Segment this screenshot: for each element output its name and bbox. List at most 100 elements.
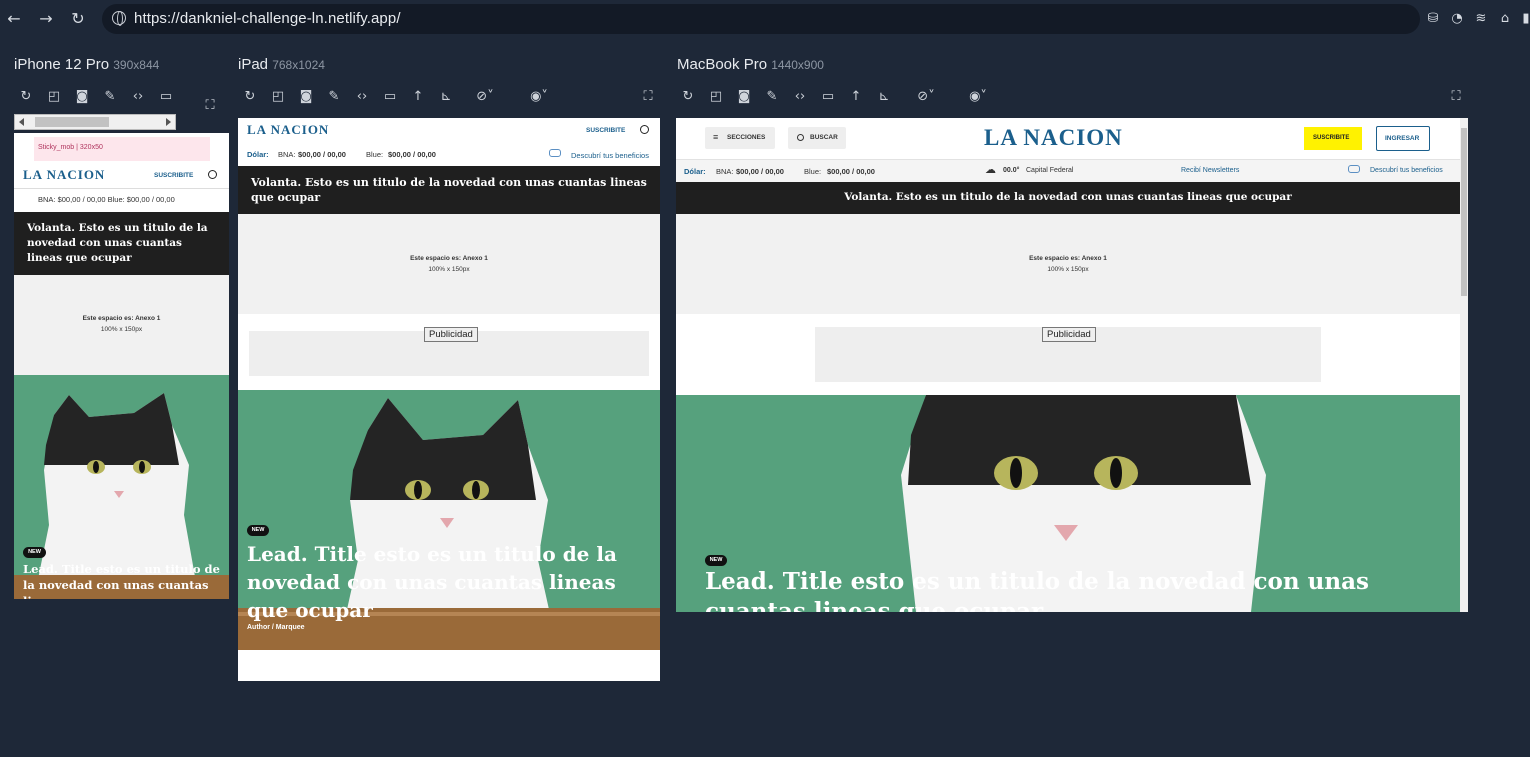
search-icon[interactable] <box>208 170 217 179</box>
lead-image[interactable]: NEW Lead. Title esto es un titulo de la … <box>676 395 1460 612</box>
cloud-icon: ☁ <box>985 164 996 176</box>
hide-icon[interactable]: ⊘˅ <box>910 89 942 105</box>
horizontal-scrollbar[interactable] <box>14 114 176 130</box>
cookie-icon[interactable]: ◔ <box>1449 11 1465 27</box>
vertical-scrollbar[interactable] <box>1460 118 1468 612</box>
lead-image[interactable]: NEW Lead. Title esto es un titulo de la … <box>238 390 660 650</box>
database-icon[interactable]: ⛁ <box>1425 11 1441 27</box>
scroll-top-icon[interactable]: ↑ <box>410 89 426 105</box>
subscribe-link[interactable]: SUSCRIBITE <box>154 172 193 179</box>
inspect-icon[interactable]: ✎ <box>326 89 342 105</box>
anexo-size: 100% x 150px <box>428 266 470 273</box>
scroll-right-arrow-icon[interactable] <box>166 118 171 126</box>
ruler-icon[interactable]: ⊾ <box>876 89 892 105</box>
anexo-size: 100% x 150px <box>100 326 143 333</box>
screenshot-full-icon[interactable]: ◰ <box>708 89 724 105</box>
code-icon[interactable]: ‹› <box>792 89 808 105</box>
anexo-title: Este espacio es: Anexo 1 <box>410 255 488 262</box>
device-dims: 390x844 <box>113 58 160 72</box>
sticky-ad-label: Sticky_mob | 320x50 <box>38 144 103 151</box>
weather-temp: 00.0° <box>1003 167 1020 174</box>
publicidad-label: Publicidad <box>1042 327 1096 342</box>
scroll-top-icon[interactable]: ↑ <box>848 89 864 105</box>
ingresar-label: INGRESAR <box>1385 135 1420 142</box>
subscribe-button[interactable]: SUSCRIBITE <box>1304 127 1362 150</box>
inspect-icon[interactable]: ✎ <box>764 89 780 105</box>
volanta-text[interactable]: Volanta. Esto es un titulo de la novedad… <box>27 221 217 266</box>
new-badge: NEW <box>247 525 269 536</box>
reload-icon[interactable]: ↻ <box>69 10 87 28</box>
anexo-space: Este espacio es: Anexo 1 100% x 150px <box>238 214 660 314</box>
site-logo[interactable]: LA NACION <box>247 122 329 138</box>
scroll-left-arrow-icon[interactable] <box>19 118 24 126</box>
color-picker-icon[interactable]: ◉˅ <box>962 89 994 105</box>
lead-title[interactable]: Lead. Title esto es un titulo de la nove… <box>23 561 223 599</box>
rotate-icon[interactable]: ↻ <box>18 89 34 105</box>
forward-icon[interactable]: → <box>37 10 55 28</box>
secciones-button[interactable]: ≡ SECCIONES <box>705 127 775 149</box>
screenshot-full-icon[interactable]: ◰ <box>270 89 286 105</box>
hide-icon[interactable]: ⊘˅ <box>472 89 498 105</box>
rotate-icon[interactable]: ↻ <box>242 89 258 105</box>
camera-icon[interactable]: ◙ <box>298 89 314 105</box>
new-badge: NEW <box>23 547 46 558</box>
benefits-link[interactable]: Descubrí tus beneficios <box>1370 167 1443 174</box>
device-name: iPad <box>238 56 269 73</box>
volanta-band: Volanta. Esto es un titulo de la novedad… <box>676 182 1460 214</box>
wifi-off-icon[interactable]: ≋ <box>1473 11 1489 27</box>
ruler-icon[interactable]: ⊾ <box>438 89 454 105</box>
address-bar[interactable]: https://dankniel-challenge-ln.netlify.ap… <box>102 4 1420 34</box>
author-marquee[interactable]: Author / Marquee <box>247 624 305 631</box>
inspect-icon[interactable]: ✎ <box>102 89 118 105</box>
scroll-thumb[interactable] <box>1461 128 1467 296</box>
volanta-text[interactable]: Volanta. Esto es un titulo de la novedad… <box>676 191 1460 203</box>
extension-icon[interactable]: ▮ <box>1518 11 1530 27</box>
device-name: iPhone 12 Pro <box>14 56 110 73</box>
lead-title[interactable]: Lead. Title esto es un titulo de la nove… <box>247 540 647 624</box>
rotate-icon[interactable]: ↻ <box>680 89 696 105</box>
fullscreen-icon[interactable]: ⛶ <box>1448 89 1464 105</box>
layout-icon[interactable]: ▭ <box>158 89 174 105</box>
site-logo[interactable]: LA NACION <box>23 167 105 183</box>
device-name: MacBook Pro <box>677 56 768 73</box>
screenshot-full-icon[interactable]: ◰ <box>46 89 62 105</box>
buscar-button[interactable]: BUSCAR <box>788 127 846 149</box>
fullscreen-icon[interactable]: ⛶ <box>640 89 656 105</box>
blue-label: Blue: <box>366 150 384 159</box>
volanta-text[interactable]: Volanta. Esto es un titulo de la novedad… <box>251 175 651 205</box>
volanta-band: Volanta. Esto es un titulo de la novedad… <box>14 212 229 275</box>
weather-city: Capital Federal <box>1026 167 1074 174</box>
benefits-link[interactable]: Descubrí tus beneficios <box>571 151 649 160</box>
browser-toolbar: ← → ↻ https://dankniel-challenge-ln.netl… <box>0 0 1530 38</box>
lead-image[interactable]: NEW Lead. Title esto es un titulo de la … <box>14 375 229 599</box>
subscribe-link[interactable]: SUSCRIBITE <box>586 127 625 134</box>
color-picker-icon[interactable]: ◉˅ <box>524 89 554 105</box>
camera-icon[interactable]: ◙ <box>736 89 752 105</box>
dolar-line: BNA: $00,00 / 00,00 Blue: $00,00 / 00,00 <box>38 195 175 204</box>
sticky-ad: Sticky_mob | 320x50 <box>34 137 210 161</box>
search-icon[interactable] <box>640 125 649 134</box>
layout-icon[interactable]: ▭ <box>382 89 398 105</box>
lead-title[interactable]: Lead. Title esto es un titulo de la nove… <box>705 567 1425 612</box>
bna-label: BNA: <box>716 167 734 176</box>
code-icon[interactable]: ‹› <box>130 89 146 105</box>
layout-icon[interactable]: ▭ <box>820 89 836 105</box>
device-label-iphone: iPhone 12 Pro 390x844 <box>14 56 159 73</box>
club-card-icon <box>1348 165 1360 173</box>
device-dims: 768x1024 <box>272 58 325 72</box>
newsletters-link[interactable]: Recibí Newsletters <box>1181 167 1239 174</box>
code-icon[interactable]: ‹› <box>354 89 370 105</box>
camera-icon[interactable]: ◙ <box>74 89 90 105</box>
anexo-space: Este espacio es: Anexo 1 100% x 150px <box>14 275 229 375</box>
fullscreen-icon[interactable]: ⛶ <box>202 98 218 114</box>
home-icon[interactable]: ⌂ <box>1497 11 1513 27</box>
site-logo[interactable]: LA NACION <box>984 125 1123 151</box>
device-label-ipad: iPad 768x1024 <box>238 56 325 73</box>
ingresar-button[interactable]: INGRESAR <box>1376 126 1430 151</box>
url-text: https://dankniel-challenge-ln.netlify.ap… <box>134 10 401 27</box>
hamburger-icon: ≡ <box>713 132 719 142</box>
scroll-thumb[interactable] <box>35 117 109 127</box>
bna-value: $00,00 / 00,00 <box>736 167 784 176</box>
back-icon[interactable]: ← <box>5 10 23 28</box>
globe-icon <box>112 11 126 26</box>
